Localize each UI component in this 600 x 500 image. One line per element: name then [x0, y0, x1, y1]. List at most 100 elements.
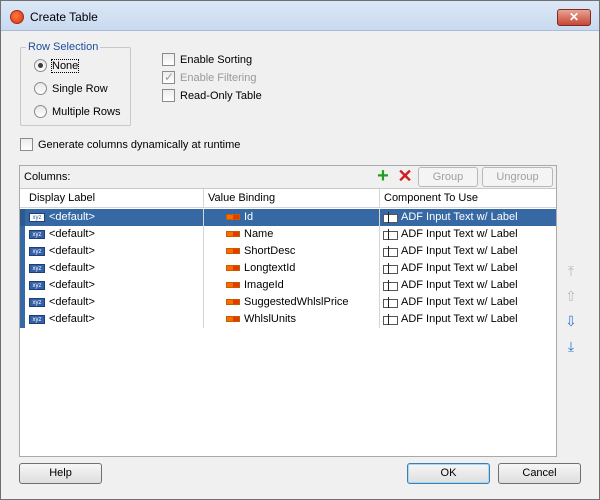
move-top-icon[interactable]: ⤒ [563, 263, 579, 279]
component-text: ADF Input Text w/ Label [401, 245, 518, 257]
radio-none-indicator[interactable] [34, 59, 47, 72]
radio-single-row-indicator[interactable] [34, 82, 47, 95]
columns-table-header: Display Label Value Binding Component To… [20, 189, 556, 208]
display-label-cell[interactable]: xyz <default> [20, 260, 204, 277]
component-cell[interactable]: ADF Input Text w/ Label [380, 226, 556, 243]
header-component-to-use[interactable]: Component To Use [380, 189, 556, 208]
radio-single-row-label: Single Row [52, 82, 108, 95]
table-row[interactable]: xyz <default> WhlslUnits ADF Input Text w… [20, 311, 556, 328]
display-label-icon: xyz [29, 280, 45, 290]
ungroup-button[interactable]: Ungroup [482, 167, 553, 187]
radio-none-label: None [50, 58, 80, 73]
enable-filtering-checkbox: Enable Filtering [162, 70, 257, 84]
component-text: ADF Input Text w/ Label [401, 262, 518, 274]
generate-columns-label: Generate columns dynamically at runtime [38, 138, 241, 151]
display-label-cell[interactable]: xyz <default> [20, 277, 204, 294]
read-only-table-box[interactable] [162, 89, 175, 102]
component-cell[interactable]: ADF Input Text w/ Label [380, 311, 556, 328]
attribute-icon [226, 248, 240, 255]
input-text-icon [383, 262, 398, 274]
display-label-icon: xyz [29, 246, 45, 256]
display-label-icon: xyz [29, 212, 45, 222]
value-binding-text: ShortDesc [244, 245, 296, 257]
table-row[interactable]: xyz <default> ShortDesc ADF Input Text w/… [20, 243, 556, 260]
display-label-cell[interactable]: xyz <default> [20, 243, 204, 260]
cancel-button[interactable]: Cancel [498, 463, 581, 484]
columns-panel: Columns: + ✕ Group Ungroup Display Label… [19, 165, 557, 457]
app-logo-icon [10, 10, 24, 24]
value-binding-cell[interactable]: SuggestedWhlslPrice [204, 294, 380, 311]
generate-columns-box[interactable] [20, 138, 33, 151]
attribute-icon [226, 231, 240, 238]
component-text: ADF Input Text w/ Label [401, 279, 518, 291]
display-label-text: <default> [49, 211, 95, 223]
component-text: ADF Input Text w/ Label [401, 228, 518, 240]
display-label-cell[interactable]: xyz <default> [20, 209, 204, 226]
component-text: ADF Input Text w/ Label [401, 296, 518, 308]
enable-sorting-checkbox[interactable]: Enable Sorting [162, 53, 252, 66]
component-cell[interactable]: ADF Input Text w/ Label [380, 243, 556, 260]
component-cell[interactable]: ADF Input Text w/ Label [380, 260, 556, 277]
enable-sorting-label: Enable Sorting [180, 53, 253, 66]
radio-none[interactable]: None [34, 58, 80, 73]
title-bar[interactable]: Create Table ✕ [1, 1, 599, 31]
value-binding-text: Id [244, 211, 254, 223]
input-text-icon [383, 245, 398, 257]
value-binding-text: Name [244, 228, 274, 240]
enable-filtering-label: Enable Filtering [180, 71, 257, 84]
display-label-cell[interactable]: xyz <default> [20, 311, 204, 328]
radio-single-row[interactable]: Single Row [34, 82, 108, 95]
display-label-icon: xyz [29, 263, 45, 273]
attribute-icon [226, 265, 240, 272]
component-cell[interactable]: ADF Input Text w/ Label [380, 209, 556, 226]
enable-filtering-box [162, 70, 175, 84]
header-value-binding[interactable]: Value Binding [204, 189, 380, 208]
value-binding-cell[interactable]: ShortDesc [204, 243, 380, 260]
input-text-icon [383, 228, 398, 240]
table-row[interactable]: xyz <default> ImageId ADF Input Text w/ L… [20, 277, 556, 294]
display-label-cell[interactable]: xyz <default> [20, 226, 204, 243]
read-only-table-checkbox[interactable]: Read-Only Table [162, 89, 262, 102]
create-table-dialog: Create Table ✕ Row Selection None Single… [0, 0, 600, 500]
input-text-icon [383, 211, 398, 223]
columns-table: Display Label Value Binding Component To… [20, 188, 556, 456]
row-selection-legend: Row Selection [26, 41, 101, 53]
radio-multiple-rows-indicator[interactable] [34, 105, 47, 118]
value-binding-cell[interactable]: WhlslUnits [204, 311, 380, 328]
value-binding-cell[interactable]: LongtextId [204, 260, 380, 277]
generate-columns-checkbox[interactable]: Generate columns dynamically at runtime [20, 138, 240, 151]
table-row[interactable]: xyz <default> Id ADF Input Text w/ Label [20, 209, 556, 226]
table-row[interactable]: xyz <default> SuggestedWhlslPrice ADF Inp… [20, 294, 556, 311]
enable-sorting-box[interactable] [162, 53, 175, 66]
value-binding-text: SuggestedWhlslPrice [244, 296, 349, 308]
component-text: ADF Input Text w/ Label [401, 211, 518, 223]
radio-multiple-rows-label: Multiple Rows [52, 105, 121, 118]
value-binding-text: WhlslUnits [244, 313, 296, 325]
display-label-cell[interactable]: xyz <default> [20, 294, 204, 311]
value-binding-cell[interactable]: Name [204, 226, 380, 243]
value-binding-text: LongtextId [244, 262, 296, 274]
display-label-text: <default> [49, 228, 95, 240]
group-button[interactable]: Group [418, 167, 478, 187]
component-cell[interactable]: ADF Input Text w/ Label [380, 277, 556, 294]
plus-icon[interactable]: + [375, 166, 391, 186]
move-bottom-icon[interactable]: ⤓ [563, 338, 579, 354]
move-up-icon[interactable]: ⇧ [563, 288, 579, 304]
table-row[interactable]: xyz <default> Name ADF Input Text w/ Labe… [20, 226, 556, 243]
radio-multiple-rows[interactable]: Multiple Rows [34, 105, 120, 118]
input-text-icon [383, 296, 398, 308]
display-label-text: <default> [49, 296, 95, 308]
value-binding-cell[interactable]: Id [204, 209, 380, 226]
move-down-icon[interactable]: ⇩ [563, 313, 579, 329]
delete-x-icon[interactable]: ✕ [397, 167, 413, 185]
attribute-icon [226, 316, 240, 323]
component-cell[interactable]: ADF Input Text w/ Label [380, 294, 556, 311]
header-display-label[interactable]: Display Label [25, 189, 204, 208]
value-binding-cell[interactable]: ImageId [204, 277, 380, 294]
columns-label: Columns: [24, 171, 71, 183]
close-button[interactable]: ✕ [557, 9, 591, 26]
ok-button[interactable]: OK [407, 463, 490, 484]
help-button[interactable]: Help [19, 463, 102, 484]
value-binding-text: ImageId [244, 279, 284, 291]
table-row[interactable]: xyz <default> LongtextId ADF Input Text w… [20, 260, 556, 277]
